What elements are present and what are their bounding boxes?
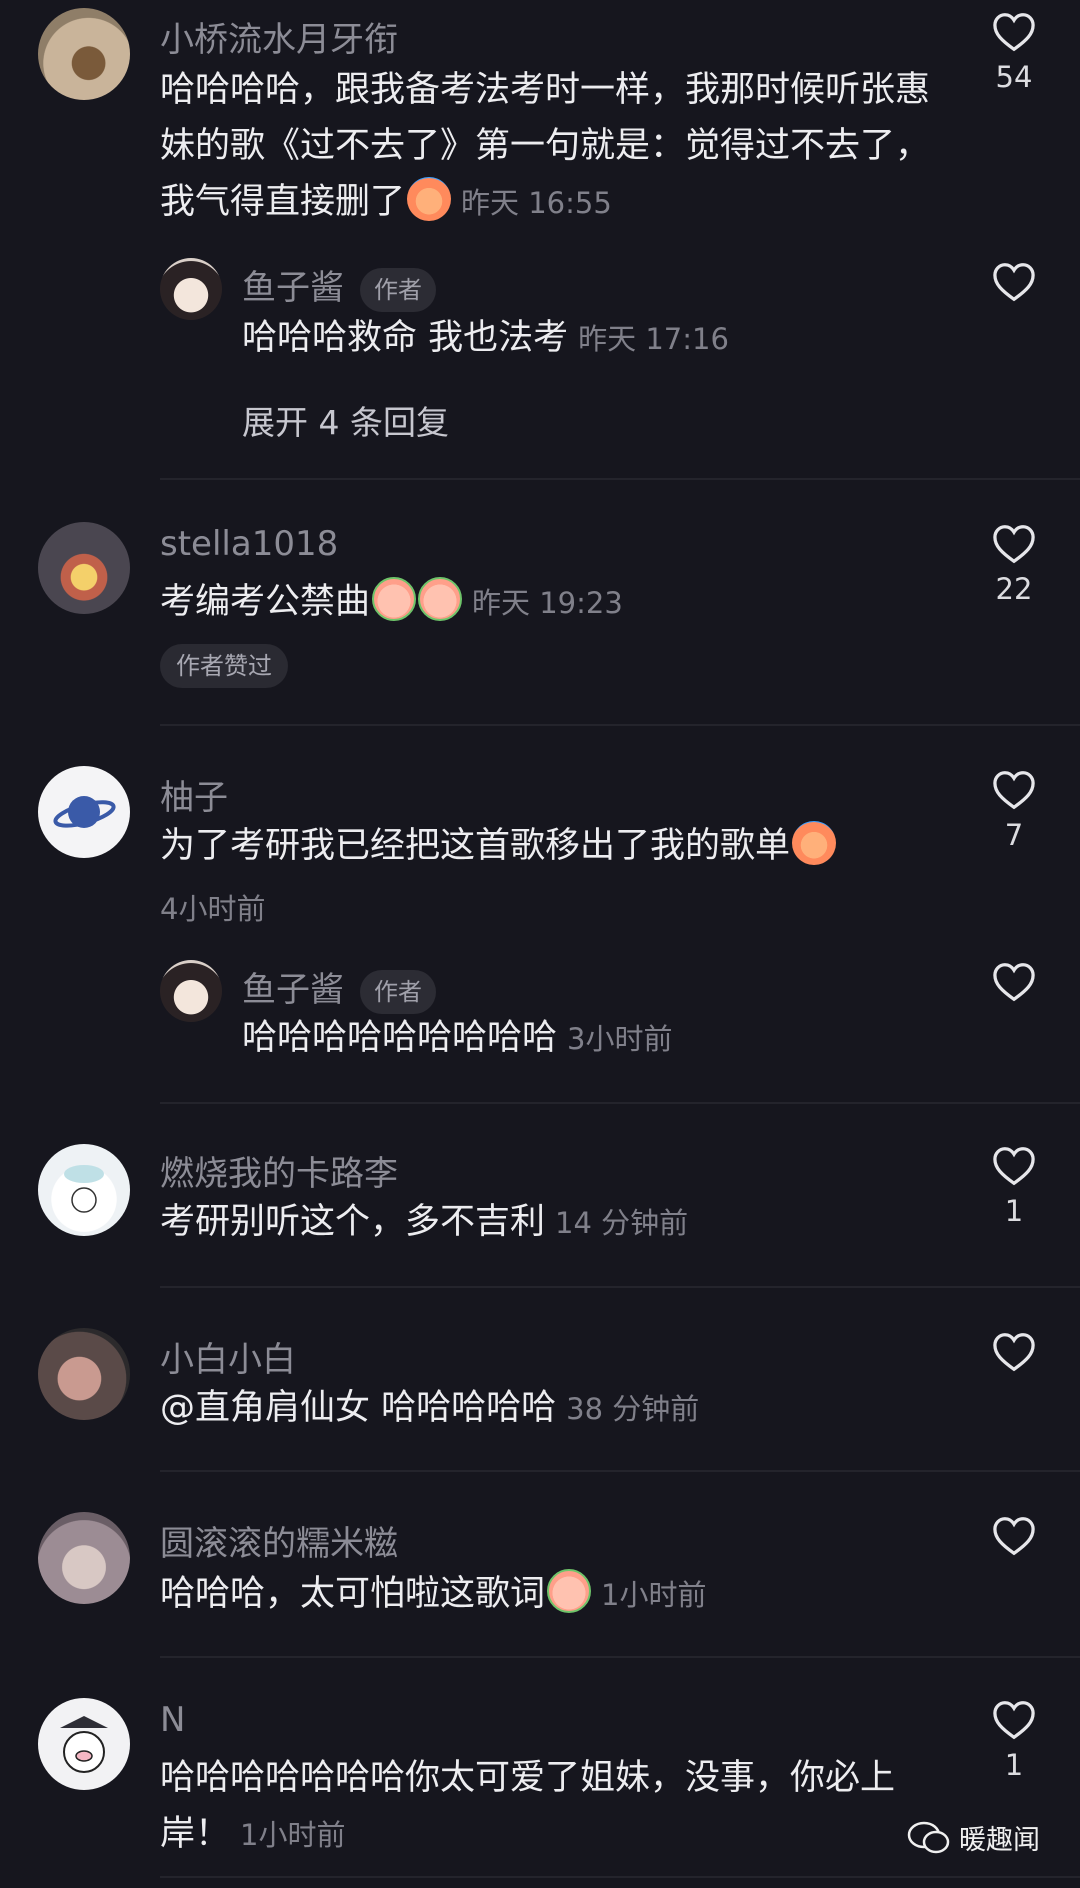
reply-username[interactable]: 鱼子酱 作者: [242, 962, 436, 1014]
like-count: 7: [1004, 818, 1024, 852]
comment-body: @直角肩仙女 哈哈哈哈哈: [160, 1388, 557, 1428]
reply-timestamp: 3小时前: [567, 1022, 673, 1056]
reply-username[interactable]: 鱼子酱 作者: [242, 260, 436, 312]
cartoon-cloud-avatar[interactable]: [38, 1144, 130, 1236]
witch-hat-avatar[interactable]: [38, 522, 130, 614]
like-button[interactable]: 54: [974, 12, 1054, 94]
reply-body: 哈哈哈救命 我也法考: [242, 318, 569, 358]
comment-username[interactable]: 燃烧我的卡路李: [160, 1146, 398, 1195]
like-button[interactable]: 1: [974, 1146, 1054, 1228]
dog-photo-avatar[interactable]: [38, 8, 130, 100]
hand-photo-avatar[interactable]: [38, 1328, 130, 1420]
comment-body: 考编考公禁曲: [160, 582, 371, 622]
like-button[interactable]: [974, 262, 1054, 302]
expand-replies-button[interactable]: 展开 4 条回复: [242, 396, 449, 444]
comment-text: 哈哈哈哈，跟我备考法考时一样，我那时候听张惠妹的歌《过不去了》第一句就是：觉得过…: [160, 62, 930, 231]
like-count: 54: [995, 60, 1033, 94]
reply-timestamp: 昨天 17:16: [578, 322, 729, 356]
comment-text: 考编考公禁曲 昨天 19:23: [160, 574, 623, 631]
heart-icon: [993, 525, 1035, 564]
heart-icon: [993, 1147, 1035, 1186]
reply-body: 哈哈哈哈哈哈哈哈哈: [242, 1018, 558, 1058]
planet-icon: [53, 796, 116, 828]
divider: [160, 1470, 1080, 1472]
comment-body: 哈哈哈，太可怕啦这歌词: [160, 1574, 546, 1614]
comment-username[interactable]: stella1018: [160, 524, 338, 564]
watermark: 暖趣闻: [907, 1818, 1040, 1857]
reply-text: 哈哈哈救命 我也法考 昨天 17:16: [242, 310, 729, 367]
heart-icon: [993, 1701, 1035, 1740]
comment-username[interactable]: 柚子: [160, 770, 228, 819]
girl-illustration-avatar[interactable]: [160, 258, 222, 320]
like-button[interactable]: 1: [974, 1700, 1054, 1782]
pig-icon: [60, 1716, 108, 1773]
divider: [160, 1102, 1080, 1104]
heart-icon: [993, 263, 1035, 302]
comment-username[interactable]: 圆滚滚的糯米糍: [160, 1516, 398, 1565]
comment-timestamp: 昨天 19:23: [472, 586, 623, 620]
crying-emoji-icon: [792, 821, 837, 865]
like-count: 1: [1004, 1194, 1024, 1228]
pig-cartoon-avatar[interactable]: [38, 1698, 130, 1790]
comment-timestamp: 38 分钟前: [566, 1392, 700, 1426]
comment-text: @直角肩仙女 哈哈哈哈哈 38 分钟前: [160, 1380, 699, 1437]
reply-username-text: 鱼子酱: [242, 268, 344, 308]
watermark-text: 暖趣闻: [959, 1825, 1040, 1856]
heart-icon: [993, 1333, 1035, 1372]
heart-icon: [993, 771, 1035, 810]
heart-icon: [993, 1517, 1035, 1556]
room-photo-avatar[interactable]: [38, 1512, 130, 1604]
like-button[interactable]: 22: [974, 524, 1054, 606]
reply-text: 哈哈哈哈哈哈哈哈哈 3小时前: [242, 1010, 672, 1067]
comment-timestamp: 4小时前: [160, 892, 266, 926]
comment-timestamp: 1小时前: [240, 1818, 346, 1852]
like-count: 1: [1004, 1748, 1024, 1782]
comment-timestamp: 14 分钟前: [555, 1206, 689, 1240]
comment-timestamp: 1小时前: [601, 1578, 707, 1612]
crying-emoji-icon: [407, 177, 452, 221]
planet-avatar[interactable]: [38, 766, 130, 858]
comment-body: 考研别听这个，多不吉利: [160, 1202, 546, 1242]
heart-icon: [993, 963, 1035, 1002]
like-button[interactable]: [974, 962, 1054, 1002]
comment-username[interactable]: N: [160, 1700, 185, 1740]
like-button[interactable]: 7: [974, 770, 1054, 852]
like-button[interactable]: [974, 1332, 1054, 1372]
peach-emoji-icon: [418, 577, 463, 621]
heart-icon: [993, 13, 1035, 52]
author-liked-tag: 作者赞过: [160, 644, 288, 688]
peach-emoji-icon: [547, 1569, 592, 1613]
peach-emoji-icon: [372, 577, 417, 621]
author-badge: 作者: [360, 969, 436, 1014]
wechat-icon: [907, 1821, 950, 1853]
comment-username[interactable]: 小桥流水月牙衔: [160, 12, 398, 61]
comment-text: 哈哈哈，太可怕啦这歌词 1小时前: [160, 1566, 706, 1623]
divider: [160, 1656, 1080, 1658]
divider: [160, 478, 1080, 480]
divider: [160, 1286, 1080, 1288]
comment-body: 为了考研我已经把这首歌移出了我的歌单: [160, 826, 791, 866]
girl-illustration-avatar[interactable]: [160, 960, 222, 1022]
like-count: 22: [995, 572, 1033, 606]
divider: [160, 1876, 1080, 1878]
comment-username[interactable]: 小白小白: [160, 1332, 296, 1381]
like-button[interactable]: [974, 1516, 1054, 1556]
comment-timestamp: 昨天 16:55: [461, 186, 612, 220]
comment-text: 考研别听这个，多不吉利 14 分钟前: [160, 1194, 688, 1251]
cloud-icon: [64, 1165, 104, 1213]
reply-username-text: 鱼子酱: [242, 970, 344, 1010]
divider: [160, 724, 1080, 726]
comment-text: 哈哈哈哈哈哈哈你太可爱了姐妹，没事，你必上岸！ 1小时前: [160, 1750, 940, 1863]
comment-text: 为了考研我已经把这首歌移出了我的歌单: [160, 818, 837, 874]
author-badge: 作者: [360, 267, 436, 312]
